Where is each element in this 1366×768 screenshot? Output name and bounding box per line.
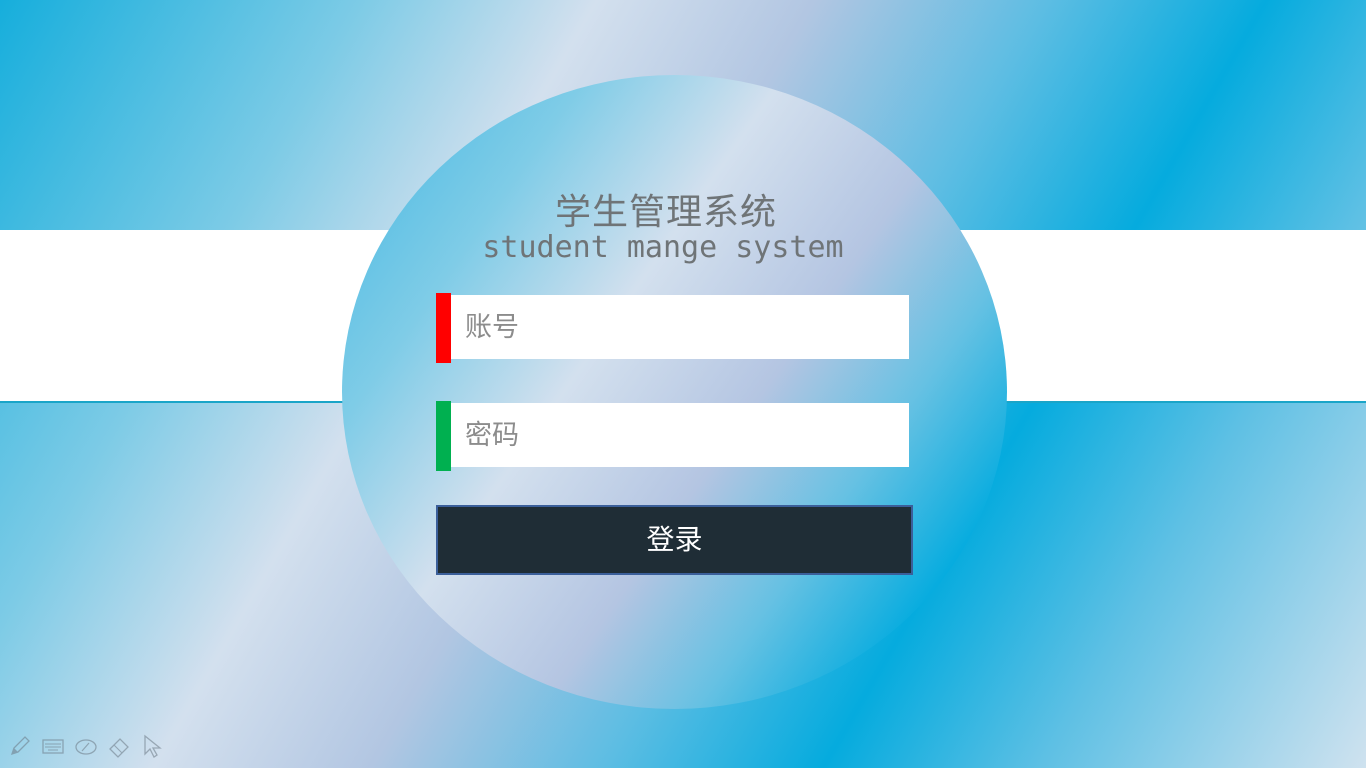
page-title: 学生管理系统 [554,192,777,233]
login-circle [342,75,1007,709]
login-button[interactable]: 登录 [436,505,913,575]
pointer-icon[interactable] [140,734,164,758]
eraser-oval-icon[interactable] [74,734,98,758]
eraser-icon[interactable] [107,734,131,758]
page-subtitle: student mange system [482,230,844,265]
annotation-toolbar [8,734,164,758]
keyboard-icon[interactable] [41,734,65,758]
username-accent-bar [436,293,451,363]
username-input[interactable] [451,295,905,359]
password-accent-bar [436,401,451,471]
password-field [436,401,909,471]
pen-icon[interactable] [8,734,32,758]
password-input[interactable] [451,403,905,467]
username-field [436,293,909,363]
